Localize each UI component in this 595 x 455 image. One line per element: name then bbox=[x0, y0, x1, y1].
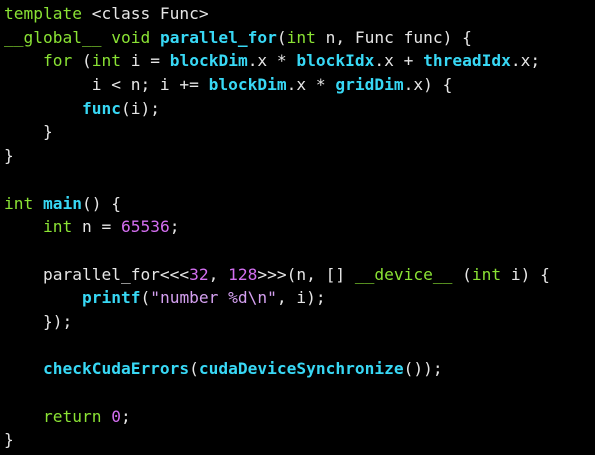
code-token: <class Func> bbox=[81, 4, 209, 23]
code-token: ( bbox=[189, 359, 199, 379]
code-token: checkCudaErrors bbox=[42, 359, 190, 379]
code-token: () { bbox=[81, 193, 121, 213]
code-token: ; bbox=[120, 406, 131, 426]
code-token: i < n; i += bbox=[4, 75, 209, 95]
code-token: return bbox=[42, 406, 102, 426]
code-token: "number %d\n" bbox=[150, 288, 277, 308]
code-token: ; bbox=[169, 217, 180, 237]
code-line: int n = 65536; bbox=[4, 215, 595, 239]
code-token: threadIdx bbox=[423, 51, 511, 71]
code-token: } bbox=[4, 146, 14, 166]
code-token: printf bbox=[81, 288, 141, 308]
code-token: blockIdx bbox=[296, 51, 375, 71]
code-token: n, Func func) { bbox=[315, 27, 472, 47]
code-token: .x + bbox=[374, 51, 424, 71]
code-token: >>>(n, [] bbox=[257, 264, 355, 284]
code-token: (i); bbox=[120, 98, 160, 118]
code-token: 0 bbox=[111, 406, 121, 426]
code-token: parallel_for<<< bbox=[4, 264, 190, 284]
code-line: printf("number %d\n", i); bbox=[4, 286, 595, 310]
code-token: .x * bbox=[286, 75, 336, 95]
code-line: i < n; i += blockDim.x * gridDim.x) { bbox=[4, 73, 595, 97]
code-token: blockDim bbox=[208, 75, 287, 95]
code-token: void bbox=[111, 27, 151, 47]
code-line: checkCudaErrors(cudaDeviceSynchronize())… bbox=[4, 357, 595, 381]
code-token: int bbox=[42, 217, 73, 237]
code-token: __global__ bbox=[4, 27, 102, 47]
code-line: } bbox=[4, 428, 595, 452]
code-line: int main() { bbox=[4, 192, 595, 216]
code-token: cudaDeviceSynchronize bbox=[198, 359, 404, 379]
code-token: .x) { bbox=[403, 75, 453, 95]
code-token: }); bbox=[4, 311, 73, 331]
code-token: blockDim bbox=[169, 51, 248, 71]
code-token: } bbox=[4, 430, 14, 450]
code-token: i) { bbox=[501, 264, 550, 284]
code-token: ( bbox=[276, 27, 287, 47]
code-token: ( bbox=[452, 264, 472, 284]
code-token: gridDim bbox=[335, 75, 404, 95]
code-line: parallel_for<<<32, 128>>>(n, [] __device… bbox=[4, 263, 595, 287]
code-token: 128 bbox=[228, 264, 258, 284]
code-line: for (int i = blockDim.x * blockIdx.x + t… bbox=[4, 49, 595, 73]
code-token: int bbox=[4, 193, 34, 213]
code-token: .x; bbox=[510, 51, 541, 71]
code-line: }); bbox=[4, 310, 595, 334]
code-token: .x * bbox=[247, 51, 297, 71]
code-line: template <class Func> bbox=[4, 2, 595, 26]
code-token: 65536 bbox=[120, 217, 170, 237]
code-token: ( bbox=[72, 51, 92, 71]
code-token: int bbox=[91, 51, 121, 71]
code-token: i = bbox=[120, 51, 170, 71]
code-token: ()); bbox=[403, 359, 443, 379]
code-line: } bbox=[4, 144, 595, 168]
code-line: func(i); bbox=[4, 97, 595, 121]
code-token: for bbox=[42, 51, 73, 71]
code-token: __device__ bbox=[354, 264, 453, 284]
code-line: __global__ void parallel_for(int n, Func… bbox=[4, 26, 595, 50]
code-line: return 0; bbox=[4, 405, 595, 429]
code-editor[interactable]: template <class Func> __global__ void par… bbox=[0, 0, 595, 455]
code-token: int bbox=[471, 264, 502, 284]
code-token: , i); bbox=[276, 288, 326, 308]
code-token: func bbox=[81, 98, 121, 118]
code-token: main bbox=[43, 193, 82, 213]
code-token: n = bbox=[72, 217, 121, 237]
code-token: template bbox=[4, 4, 82, 23]
code-token: int bbox=[286, 27, 316, 47]
code-token: 32 bbox=[189, 264, 209, 284]
code-line: } bbox=[4, 120, 595, 144]
code-token: parallel_for bbox=[159, 27, 277, 47]
code-token: , bbox=[208, 264, 229, 284]
code-token: ( bbox=[140, 288, 151, 308]
code-token: } bbox=[4, 122, 53, 142]
